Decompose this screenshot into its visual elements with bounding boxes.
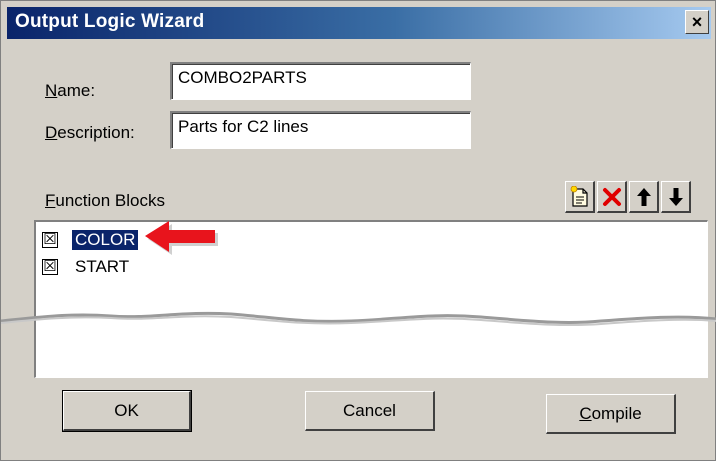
cancel-button[interactable]: Cancel <box>305 391 435 431</box>
torn-edge-divider <box>1 311 716 327</box>
dialog-title: Output Logic Wizard <box>15 11 205 32</box>
red-pointer-arrow-icon <box>145 221 218 255</box>
delete-x-icon <box>602 187 621 206</box>
function-blocks-label: Function Blocks <box>45 191 166 210</box>
list-item-color[interactable]: ☒ COLOR <box>42 229 139 251</box>
checkbox-checked[interactable]: ☒ <box>42 232 58 248</box>
list-item-label: COLOR <box>72 230 139 250</box>
description-label: Description: <box>45 123 135 142</box>
output-logic-wizard-dialog: Output Logic Wizard × Name: COMBO2PARTS … <box>0 0 716 461</box>
move-down-button[interactable] <box>661 181 691 213</box>
description-field[interactable]: Parts for C2 lines <box>170 111 471 149</box>
function-blocks-toolbar <box>565 181 691 215</box>
name-label: Name: <box>45 81 96 100</box>
list-item-label: START <box>75 257 130 276</box>
ok-button[interactable]: OK <box>62 390 192 432</box>
arrow-down-icon <box>668 187 683 206</box>
name-field[interactable]: COMBO2PARTS <box>170 62 471 100</box>
delete-block-button[interactable] <box>597 181 627 213</box>
move-up-button[interactable] <box>629 181 659 213</box>
close-button[interactable]: × <box>685 10 709 34</box>
title-bar[interactable]: Output Logic Wizard × <box>7 7 711 39</box>
new-document-icon <box>570 185 588 207</box>
list-item-start[interactable]: ☒ START <box>42 256 132 278</box>
arrow-up-icon <box>636 187 651 206</box>
compile-button[interactable]: Compile <box>546 394 676 434</box>
checkbox-checked[interactable]: ☒ <box>42 259 58 275</box>
new-block-button[interactable] <box>565 181 595 213</box>
